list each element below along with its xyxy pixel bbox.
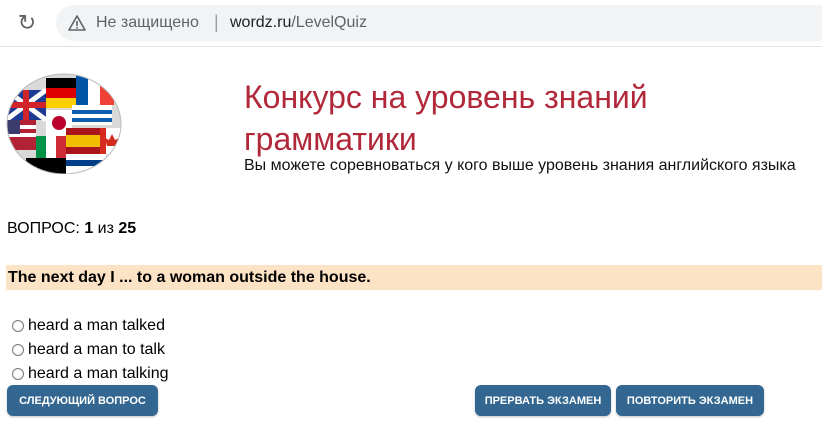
security-label[interactable]: Не защищено [96,14,199,32]
stop-exam-button[interactable]: ПРЕРВАТЬ ЭКЗАМЕН [475,385,611,416]
answer-option-label[interactable]: heard a man talked [28,317,165,335]
next-question-button[interactable]: СЛЕДУЮЩИЙ ВОПРОС [7,385,158,416]
warning-icon[interactable] [68,14,86,32]
site-logo [6,73,122,174]
radio-button[interactable] [12,368,24,380]
radio-button[interactable] [12,320,24,332]
radio-button[interactable] [12,344,24,356]
page-subtitle: Вы можете соревноваться у кого выше уров… [244,157,796,174]
question-text: The next day I ... to a woman outside th… [6,265,822,290]
url-path: /LevelQuiz [291,14,367,31]
question-counter: ВОПРОС: 1 из 25 [7,220,136,238]
reload-icon[interactable]: ↻ [14,10,40,36]
answer-option-label[interactable]: heard a man talking [28,365,169,383]
answer-options: heard a man talked heard a man to talk h… [12,314,169,386]
total-questions: 25 [118,220,137,237]
counter-label: ВОПРОС: [7,220,80,237]
url-text[interactable]: wordz.ru/LevelQuiz [230,14,367,32]
browser-toolbar: ↻ Не защищено | wordz.ru/LevelQuiz [0,0,822,47]
current-question-number: 1 [84,220,94,237]
answer-option[interactable]: heard a man talking [12,362,169,386]
answer-option[interactable]: heard a man to talk [12,338,169,362]
address-bar[interactable]: Не защищено | wordz.ru/LevelQuiz [56,5,822,41]
answer-option[interactable]: heard a man talked [12,314,169,338]
page-title: Конкурс на уровень знаний грамматики [244,79,648,157]
answer-option-label[interactable]: heard a man to talk [28,341,165,359]
repeat-exam-button[interactable]: ПОВТОРИТЬ ЭКЗАМЕН [616,385,764,416]
address-separator: | [214,12,219,32]
counter-of-label: из [97,220,114,237]
url-domain: wordz.ru [230,14,292,31]
